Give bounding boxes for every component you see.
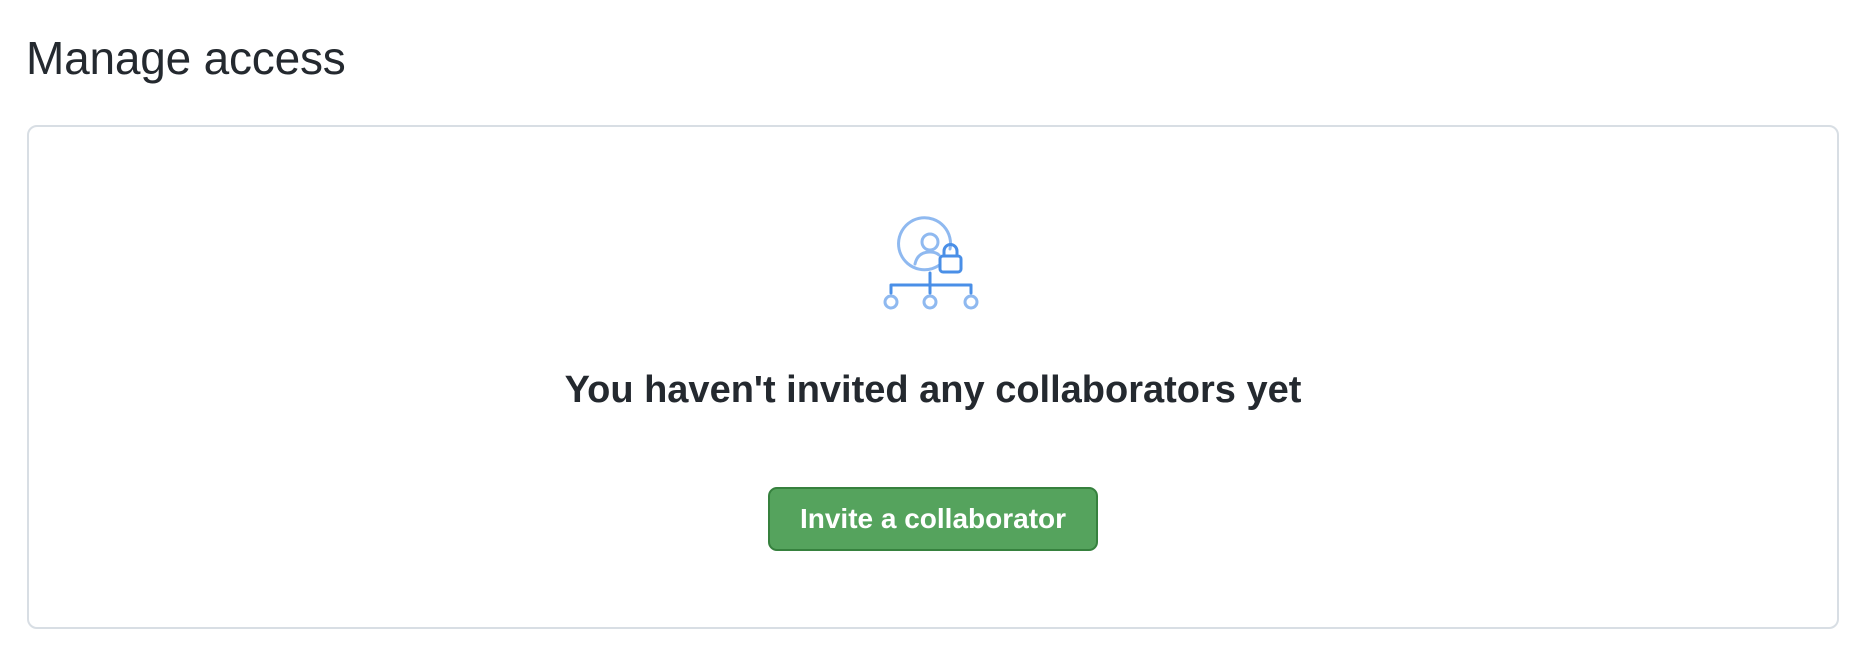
- page-title: Manage access: [26, 32, 346, 84]
- person-lock-tree-icon: [878, 213, 988, 323]
- empty-state-panel: You haven't invited any collaborators ye…: [27, 125, 1839, 629]
- empty-state-heading: You haven't invited any collaborators ye…: [564, 369, 1302, 411]
- invite-collaborator-button[interactable]: Invite a collaborator: [768, 487, 1098, 551]
